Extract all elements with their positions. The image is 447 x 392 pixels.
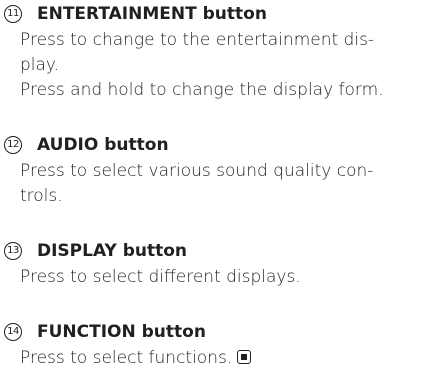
entry-display-button: 13 DISPLAY button Press to select differ… (0, 237, 447, 290)
entry-function-button: 14 FUNCTION button Press to select funct… (0, 318, 447, 371)
manual-page: 11 ENTERTAINMENT button Press to change … (0, 0, 447, 392)
entry-description-line: Press and hold to change the display for… (20, 80, 384, 100)
entry-description-line: play. (20, 55, 59, 75)
entry-description-line: Press to select various sound quality co… (20, 161, 374, 181)
entry-title: ENTERTAINMENT button (37, 4, 267, 24)
entry-audio-button: 12 AUDIO button Press to select various … (0, 131, 447, 209)
entry-description-line: Press to select different displays. (20, 267, 301, 287)
entry-description-line: Press to change to the entertainment dis… (20, 30, 375, 50)
entry-description-line: trols. (20, 186, 63, 206)
entry-description-line: Press to select functions. (0, 346, 447, 371)
entry-title: FUNCTION button (37, 322, 206, 342)
entry-number: 13 (4, 242, 22, 260)
entry-number: 11 (4, 5, 22, 23)
entry-title: AUDIO button (37, 135, 169, 155)
entry-number: 14 (4, 323, 22, 341)
entry-entertainment-button: 11 ENTERTAINMENT button Press to change … (0, 0, 447, 103)
entry-description-text: Press to select functions. (20, 348, 233, 368)
entry-number: 12 (4, 136, 22, 154)
end-of-section-icon (237, 350, 252, 364)
entry-title: DISPLAY button (37, 241, 188, 261)
